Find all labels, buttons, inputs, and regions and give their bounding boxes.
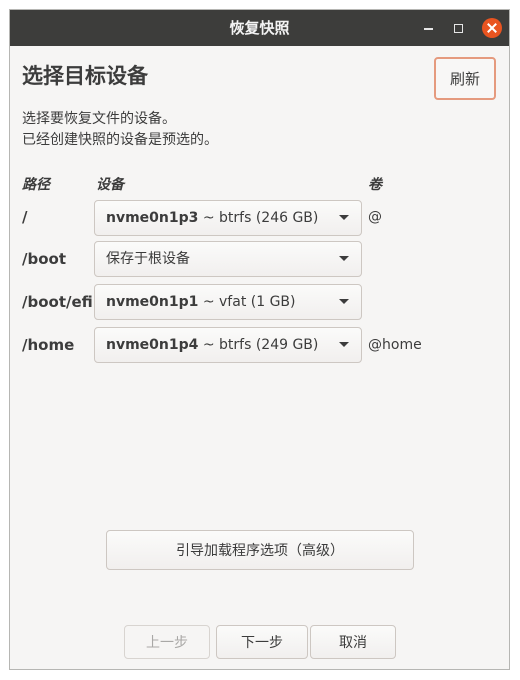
description: 选择要恢复文件的设备。 已经创建快照的设备是预选的。: [22, 109, 218, 151]
device-name: nvme0n1p1: [106, 294, 199, 310]
cancel-button[interactable]: 取消: [310, 625, 396, 659]
maximize-icon: [453, 23, 463, 33]
description-line-2: 已经创建快照的设备是预选的。: [22, 132, 218, 148]
dropdown-arrow-icon: [339, 299, 349, 304]
device-info: ~ btrfs (246 GB): [202, 210, 319, 226]
mount-path-home: /home: [22, 336, 75, 354]
description-line-1: 选择要恢复文件的设备。: [22, 111, 176, 127]
page-title: 选择目标设备: [22, 64, 148, 88]
dropdown-arrow-icon: [339, 215, 349, 220]
device-select-boot-efi[interactable]: nvme0n1p1 ~ vfat (1 GB): [94, 284, 362, 320]
minimize-button[interactable]: [418, 18, 438, 38]
minimize-icon: [423, 28, 433, 30]
device-select-home[interactable]: nvme0n1p4 ~ btrfs (249 GB): [94, 327, 362, 363]
close-button[interactable]: [482, 18, 502, 38]
mount-path-boot: /boot: [22, 250, 66, 268]
device-select-value: 保存于根设备: [106, 242, 190, 276]
device-select-root[interactable]: nvme0n1p3 ~ btrfs (246 GB): [94, 200, 362, 236]
device-select-value: nvme0n1p3 ~ btrfs (246 GB): [106, 201, 318, 235]
volume-root: @: [368, 209, 382, 225]
device-name: nvme0n1p4: [106, 337, 199, 353]
mount-path-boot-efi: /boot/efi: [22, 293, 93, 311]
dropdown-arrow-icon: [339, 256, 349, 261]
volume-home: @home: [368, 337, 422, 353]
bootloader-options-button[interactable]: 引导加载程序选项（高级）: [106, 530, 414, 570]
column-header-path: 路径: [22, 177, 50, 193]
restore-window: 恢复快照 选择目标设备 刷新 选择要恢复文件的设备。 已经创建快照的设备是预选的…: [9, 9, 510, 670]
device-name: nvme0n1p3: [106, 210, 199, 226]
close-icon: [487, 23, 497, 33]
column-header-volume: 卷: [368, 177, 382, 193]
previous-button[interactable]: 上一步: [124, 625, 210, 659]
next-button[interactable]: 下一步: [216, 625, 308, 659]
mount-path-root: /: [22, 208, 28, 226]
device-info: 保存于根设备: [106, 251, 190, 267]
device-info: ~ btrfs (249 GB): [202, 337, 319, 353]
device-select-value: nvme0n1p4 ~ btrfs (249 GB): [106, 328, 318, 362]
device-info: ~ vfat (1 GB): [202, 294, 296, 310]
column-header-device: 设备: [96, 177, 124, 193]
maximize-button[interactable]: [448, 18, 468, 38]
device-select-value: nvme0n1p1 ~ vfat (1 GB): [106, 285, 296, 319]
dropdown-arrow-icon: [339, 342, 349, 347]
device-select-boot[interactable]: 保存于根设备: [94, 241, 362, 277]
titlebar: 恢复快照: [10, 10, 509, 46]
refresh-button[interactable]: 刷新: [434, 57, 496, 100]
